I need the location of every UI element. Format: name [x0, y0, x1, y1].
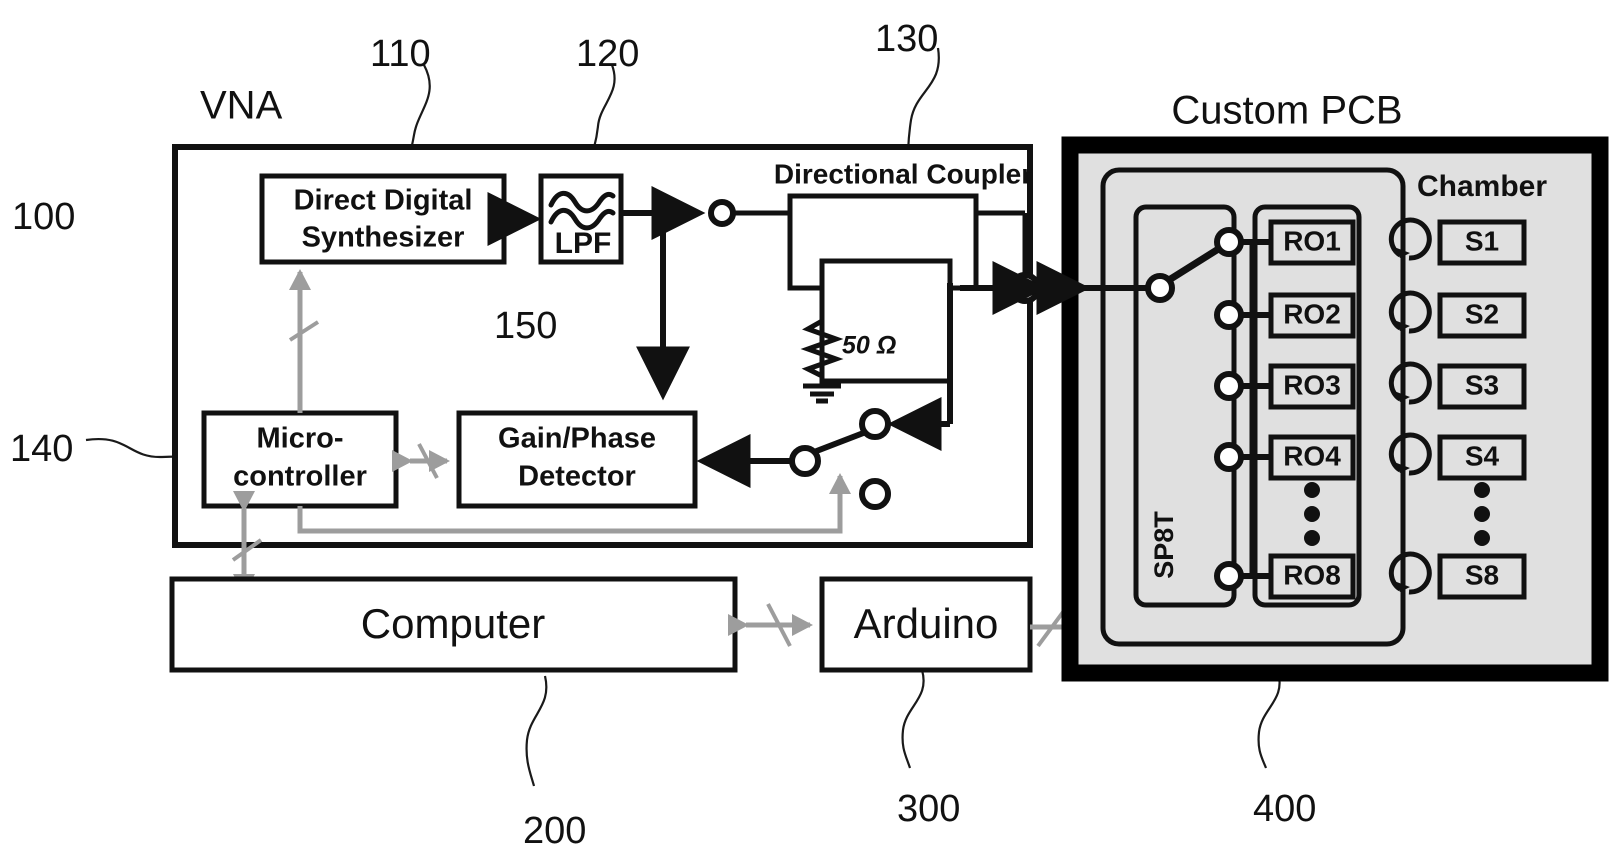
chamber-label-3: S3 [1465, 369, 1499, 400]
lpf-label: LPF [555, 227, 612, 260]
ref-140: 140 [10, 428, 74, 470]
gain-phase-label-line2: Detector [518, 461, 636, 493]
callout-leader-200 [525, 675, 548, 787]
ref-200: 200 [523, 810, 587, 844]
ref-130: 130 [875, 18, 939, 60]
chamber-label-2: S2 [1465, 298, 1499, 329]
resistor-value-label: 50 Ω [842, 332, 896, 360]
ro-label-8: RO8 [1283, 559, 1341, 590]
chamber-title: Chamber [1417, 170, 1547, 203]
callout-leader-400 [1257, 671, 1281, 769]
system-block-diagram: VNA Direct Digital Synthesizer LPF Direc… [85, 47, 1609, 787]
sp8t-label: SP8T [1149, 511, 1179, 579]
dds-label-line1: Direct Digital [294, 185, 473, 217]
microcontroller-label-line1: Micro- [257, 423, 344, 455]
chamber-label-1: S1 [1465, 225, 1499, 256]
sp8t-throw-node-1[interactable] [1214, 227, 1244, 257]
directional-coupler-coupled-line [819, 258, 953, 384]
ref-110: 110 [370, 33, 431, 75]
microcontroller-label-line2: controller [233, 461, 367, 493]
ref-300: 300 [897, 788, 961, 830]
custom-pcb-title: Custom PCB [1171, 89, 1402, 133]
ro-label-4: RO4 [1283, 440, 1341, 471]
ro-ellipsis [1304, 482, 1320, 546]
arduino-label: Arduino [854, 600, 999, 647]
sp8t-throw-node-4[interactable] [1214, 442, 1244, 472]
ref-100: 100 [12, 196, 76, 238]
coupler-input-port-node [708, 199, 736, 227]
sp8t-throw-node-3[interactable] [1214, 371, 1244, 401]
spdt-throw-lower-node[interactable] [859, 478, 891, 510]
computer-label: Computer [361, 600, 545, 647]
ref-120: 120 [576, 33, 640, 75]
ro-label-3: RO3 [1283, 369, 1341, 400]
chamber-ellipsis [1474, 482, 1490, 546]
ref-400: 400 [1253, 788, 1317, 830]
sp8t-pole-node[interactable] [1145, 273, 1175, 303]
chamber-label-4: S4 [1465, 440, 1500, 471]
gain-phase-label-line1: Gain/Phase [498, 423, 656, 455]
diagram-canvas: VNA Direct Digital Synthesizer LPF Direc… [0, 0, 1612, 844]
sp8t-throw-node-2[interactable] [1214, 300, 1244, 330]
ref-150: 150 [494, 305, 558, 347]
directional-coupler-title: Directional Coupler [774, 158, 1032, 189]
ro-label-1: RO1 [1283, 225, 1341, 256]
vna-rf-port-node [1009, 272, 1041, 304]
chamber-label-8: S8 [1465, 559, 1499, 590]
sp8t-throw-node-8[interactable] [1214, 561, 1244, 591]
dds-label-line2: Synthesizer [302, 222, 465, 254]
callout-leader-300 [901, 669, 925, 769]
bus-computer-arduino [728, 603, 814, 647]
vna-title: VNA [200, 84, 283, 128]
ro-label-2: RO2 [1283, 298, 1341, 329]
